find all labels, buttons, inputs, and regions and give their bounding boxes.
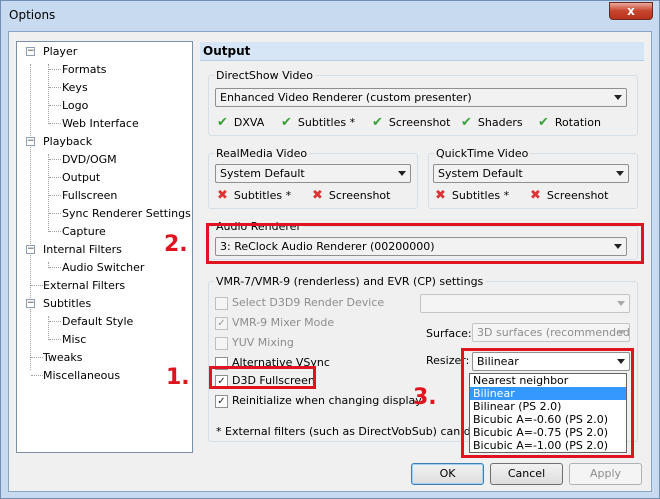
reinitialize-checkbox[interactable]: ✓ Reinitialize when changing display xyxy=(215,394,422,408)
tree-item-tweaks[interactable]: Tweaks xyxy=(43,351,83,364)
quicktime-feature-subtitles: ✖ Subtitles * xyxy=(435,188,510,203)
chevron-down-icon xyxy=(614,95,622,100)
tree-item-audio-switcher[interactable]: Audio Switcher xyxy=(62,261,144,274)
annotation-box-fullscreen xyxy=(209,366,316,389)
realmedia-renderer-select[interactable]: System Default xyxy=(215,164,411,183)
feature-shaders: ✔ Shaders xyxy=(461,115,523,130)
cancel-button[interactable]: Cancel xyxy=(490,463,563,485)
cross-icon: ✖ xyxy=(530,188,541,203)
chevron-down-icon xyxy=(617,330,625,335)
expander-internal-filters[interactable]: − xyxy=(26,245,35,254)
tree-item-internal-filters[interactable]: Internal Filters xyxy=(43,243,122,256)
tree-item-output[interactable]: Output xyxy=(62,171,100,184)
cross-icon: ✖ xyxy=(435,188,446,203)
tree-item-web-interface[interactable]: Web Interface xyxy=(62,117,139,130)
close-icon: x xyxy=(627,4,635,18)
surface-label: Surface: xyxy=(426,327,472,340)
annotation-box-resizer xyxy=(461,348,634,458)
tree-item-subtitles[interactable]: Subtitles xyxy=(43,297,91,310)
realmedia-feature-screenshot: ✖ Screenshot xyxy=(312,188,391,203)
check-icon: ✔ xyxy=(372,115,383,130)
tree-item-sync-renderer-settings[interactable]: Sync Renderer Settings xyxy=(62,207,191,220)
realmedia-feature-subtitles: ✖ Subtitles * xyxy=(217,188,292,203)
tree-item-formats[interactable]: Formats xyxy=(62,63,107,76)
tree-item-player[interactable]: Player xyxy=(43,45,77,58)
feature-subtitles: ✔ Subtitles * xyxy=(281,115,356,130)
window-title: Options xyxy=(9,8,56,22)
quicktime-feature-screenshot: ✖ Screenshot xyxy=(530,188,609,203)
expander-player[interactable]: − xyxy=(26,47,35,56)
check-icon: ✔ xyxy=(281,115,292,130)
tree-item-playback[interactable]: Playback xyxy=(43,135,92,148)
tree-item-default-style[interactable]: Default Style xyxy=(62,315,133,328)
tree-item-dvd-ogm[interactable]: DVD/OGM xyxy=(62,153,117,166)
directshow-group-label: DirectShow Video xyxy=(214,69,315,82)
tree-item-capture[interactable]: Capture xyxy=(62,225,106,238)
annotation-box-audio xyxy=(206,223,644,264)
tree-item-logo[interactable]: Logo xyxy=(62,99,88,112)
chevron-down-icon xyxy=(616,171,624,176)
directshow-renderer-select[interactable]: Enhanced Video Renderer (custom presente… xyxy=(215,88,627,107)
cross-icon: ✖ xyxy=(312,188,323,203)
tree-item-keys[interactable]: Keys xyxy=(62,81,88,94)
vmr9-mixer-checkbox[interactable]: ✓ VMR-9 Mixer Mode xyxy=(215,316,334,330)
chevron-down-icon xyxy=(617,301,625,306)
check-icon: ✔ xyxy=(461,115,472,130)
tree-item-misc[interactable]: Misc xyxy=(62,333,86,346)
check-icon: ✔ xyxy=(217,115,228,130)
cross-icon: ✖ xyxy=(217,188,228,203)
tree-item-miscellaneous[interactable]: Miscellaneous xyxy=(43,369,120,382)
options-window: Options x − Player Formats Keys Logo Web… xyxy=(0,0,660,499)
feature-dxva: ✔ DXVA xyxy=(217,115,265,130)
realmedia-group-label: RealMedia Video xyxy=(214,147,310,160)
expander-subtitles[interactable]: − xyxy=(26,299,35,308)
feature-screenshot: ✔ Screenshot xyxy=(372,115,451,130)
select-d3d9-checkbox[interactable]: Select D3D9 Render Device xyxy=(215,296,384,310)
quicktime-group-label: QuickTime Video xyxy=(434,147,531,160)
quicktime-renderer-select[interactable]: System Default xyxy=(433,164,629,183)
annotation-number-1: 1. xyxy=(166,365,190,390)
annotation-number-3: 3. xyxy=(413,385,437,410)
yuv-mixing-checkbox[interactable]: YUV Mixing xyxy=(215,336,294,350)
surface-select[interactable]: 3D surfaces (recommended) xyxy=(472,323,630,342)
page-title: Output xyxy=(200,42,644,61)
chevron-down-icon xyxy=(398,171,406,176)
title-bar[interactable]: Options x xyxy=(1,1,659,31)
vmr-settings-group-label: VMR-7/VMR-9 (renderless) and EVR (CP) se… xyxy=(214,275,486,288)
tree-item-external-filters[interactable]: External Filters xyxy=(43,279,125,292)
tree-item-fullscreen[interactable]: Fullscreen xyxy=(62,189,117,202)
apply-button[interactable]: Apply xyxy=(569,463,642,485)
feature-rotation: ✔ Rotation xyxy=(538,115,601,130)
close-button[interactable]: x xyxy=(609,2,653,20)
check-icon: ✔ xyxy=(538,115,549,130)
ok-button[interactable]: OK xyxy=(411,463,484,485)
annotation-number-2: 2. xyxy=(164,232,188,257)
expander-playback[interactable]: − xyxy=(26,137,35,146)
d3d9-device-select[interactable] xyxy=(420,294,630,313)
